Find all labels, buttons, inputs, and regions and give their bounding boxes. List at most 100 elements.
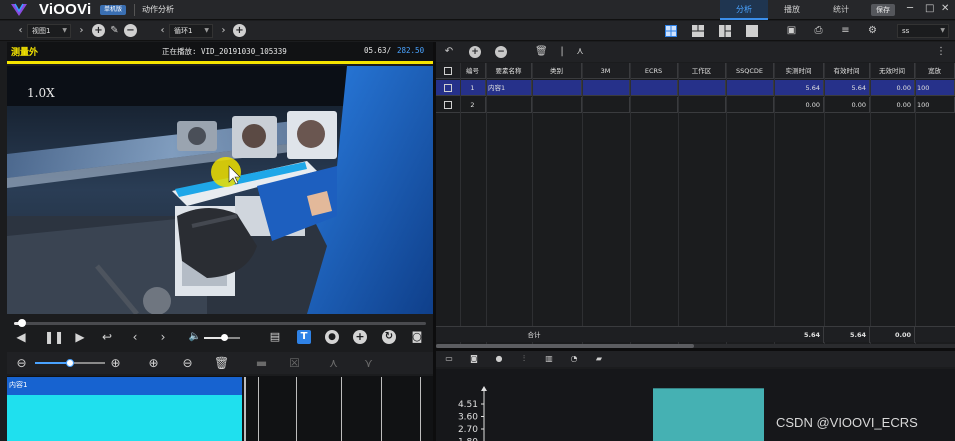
select-all-checkbox[interactable] — [444, 67, 452, 75]
add-view-icon[interactable]: + — [92, 24, 105, 37]
tab-statistics[interactable]: 统计 — [816, 0, 866, 20]
timeline-zoom-handle[interactable] — [66, 359, 74, 367]
chat-icon[interactable]: ▭ — [444, 354, 454, 364]
table-row[interactable]: 2 0.00 0.00 0.00 100 — [436, 97, 955, 113]
undo-icon[interactable]: ↶ — [443, 46, 455, 58]
cell-name[interactable] — [486, 97, 532, 113]
zoom-in-icon[interactable]: ⊕ — [108, 356, 123, 371]
prev-cycle-icon[interactable]: ‹ — [156, 24, 169, 37]
bar-chart-icon[interactable]: ▥ — [544, 354, 554, 364]
cell-ecrs[interactable] — [630, 97, 678, 113]
next-cycle-icon[interactable]: › — [217, 24, 230, 37]
restore-icon[interactable]: □ — [925, 3, 934, 14]
step-back-icon[interactable]: ◀ — [14, 330, 28, 344]
cell-3m[interactable] — [582, 80, 630, 96]
microphone-icon[interactable]: ● — [325, 330, 339, 344]
pause-icon[interactable]: ❚❚ — [44, 330, 64, 344]
col-header-effective-time[interactable]: 有效时间 — [824, 63, 870, 79]
camera-icon[interactable]: ◙ — [469, 354, 479, 364]
cell-work-area[interactable] — [678, 80, 726, 96]
folder-icon[interactable]: ▰ — [594, 354, 604, 364]
table-row[interactable]: 1 内容1 5.64 5.64 0.00 100 — [436, 80, 955, 96]
pie-chart-icon[interactable]: ◔ — [569, 354, 579, 364]
trash-icon[interactable]: 🗑 — [535, 46, 548, 58]
cell-name[interactable]: 内容1 — [486, 80, 532, 96]
volume-handle[interactable] — [220, 334, 228, 341]
text-mode-icon[interactable]: T — [297, 330, 311, 344]
layout-columns-icon[interactable] — [719, 25, 731, 37]
menu-list-icon[interactable]: ≡ — [839, 24, 852, 37]
add-row-icon[interactable]: + — [469, 46, 481, 58]
cell-work-area[interactable] — [678, 97, 726, 113]
rewind-icon[interactable]: ↩ — [100, 330, 114, 344]
camera-icon[interactable]: ◙ — [410, 330, 424, 344]
seek-handle[interactable] — [18, 319, 27, 327]
cell-ecrs[interactable] — [630, 80, 678, 96]
col-header-work-area[interactable]: 工作区 — [678, 63, 726, 79]
cell-invalid-time[interactable]: 0.00 — [870, 97, 915, 113]
volume-icon[interactable]: 🔈 — [188, 330, 202, 344]
microphone-icon[interactable]: ● — [494, 354, 504, 364]
row-checkbox[interactable] — [444, 84, 452, 92]
close-icon[interactable]: ✕ — [941, 3, 949, 14]
cell-effective-time[interactable]: 5.64 — [824, 80, 870, 96]
col-header-allowance[interactable]: 宽放 — [915, 63, 955, 79]
col-header-3m[interactable]: 3M — [582, 63, 630, 79]
layout-single-icon[interactable] — [746, 25, 758, 37]
volume-slider[interactable] — [204, 334, 240, 341]
cell-effective-time[interactable]: 0.00 — [824, 97, 870, 113]
close-box-icon[interactable]: ☒ — [287, 356, 302, 371]
remove-element-icon[interactable]: ⊖ — [180, 356, 195, 371]
video-icon[interactable]: ▣ — [785, 24, 798, 37]
tab-playback[interactable]: 播放 — [768, 0, 816, 20]
col-header-ecrs[interactable]: ECRS — [630, 63, 678, 79]
add-element-icon[interactable]: ⊕ — [146, 356, 161, 371]
timeline-element-header[interactable]: 内容1 — [7, 377, 242, 395]
prev-frame-icon[interactable]: ‹ — [128, 330, 142, 344]
split-icon[interactable]: ⋎ — [361, 356, 376, 371]
cell-3m[interactable] — [582, 97, 630, 113]
split-row-icon[interactable]: ⋏ — [574, 46, 586, 58]
edit-view-icon[interactable]: ✎ — [108, 24, 121, 37]
save-button[interactable]: 保存 — [871, 4, 895, 16]
timeline-element-block[interactable] — [7, 395, 242, 441]
cell-allowance[interactable]: 100 — [915, 80, 955, 96]
cycle-select[interactable]: 循环1 ▼ — [169, 24, 213, 38]
seek-bar[interactable] — [14, 319, 426, 327]
cell-invalid-time[interactable]: 0.00 — [870, 80, 915, 96]
row-checkbox[interactable] — [444, 101, 452, 109]
add-marker-icon[interactable]: + — [353, 330, 367, 344]
prev-view-icon[interactable]: ‹ — [14, 24, 27, 37]
col-header-name[interactable]: 要素名称 — [486, 63, 532, 79]
play-icon[interactable]: ▶ — [73, 330, 87, 344]
layout-split-icon[interactable] — [692, 25, 704, 37]
refresh-icon[interactable]: ↻ — [382, 330, 396, 344]
view-select[interactable]: 视图1 ▼ — [27, 24, 71, 38]
cell-measured-time[interactable]: 0.00 — [774, 97, 824, 113]
col-header-no[interactable]: 编号 — [460, 63, 486, 79]
trash-icon[interactable]: 🗑 — [214, 356, 229, 371]
cell-category[interactable] — [532, 97, 582, 113]
minus-box-icon[interactable]: ▬ — [254, 356, 269, 371]
print-icon[interactable]: ⎙ — [812, 24, 825, 37]
search-select[interactable]: ss ▼ — [897, 24, 949, 38]
cell-no[interactable]: 2 — [460, 97, 486, 113]
col-header-measured-time[interactable]: 实测时间 — [774, 63, 824, 79]
more-options-icon[interactable]: ⋮ — [935, 46, 947, 58]
gear-icon[interactable]: ⚙ — [866, 24, 879, 37]
zoom-out-icon[interactable]: ⊖ — [14, 356, 29, 371]
cell-allowance[interactable]: 100 — [915, 97, 955, 113]
col-header-ssqcde[interactable]: SSQCDE — [726, 63, 774, 79]
timeline-zoom-slider[interactable] — [35, 359, 105, 367]
remove-row-icon[interactable]: − — [495, 46, 507, 58]
cell-category[interactable] — [532, 80, 582, 96]
equalizer-icon[interactable]: ⫶ — [519, 354, 529, 364]
document-icon[interactable]: ▤ — [268, 330, 282, 344]
col-header-invalid-time[interactable]: 无效时间 — [870, 63, 915, 79]
cell-ssqcde[interactable] — [726, 80, 774, 96]
next-frame-icon[interactable]: › — [156, 330, 170, 344]
cell-ssqcde[interactable] — [726, 97, 774, 113]
tab-analysis[interactable]: 分析 — [720, 0, 768, 20]
remove-view-icon[interactable]: − — [124, 24, 137, 37]
add-cycle-icon[interactable]: + — [233, 24, 246, 37]
